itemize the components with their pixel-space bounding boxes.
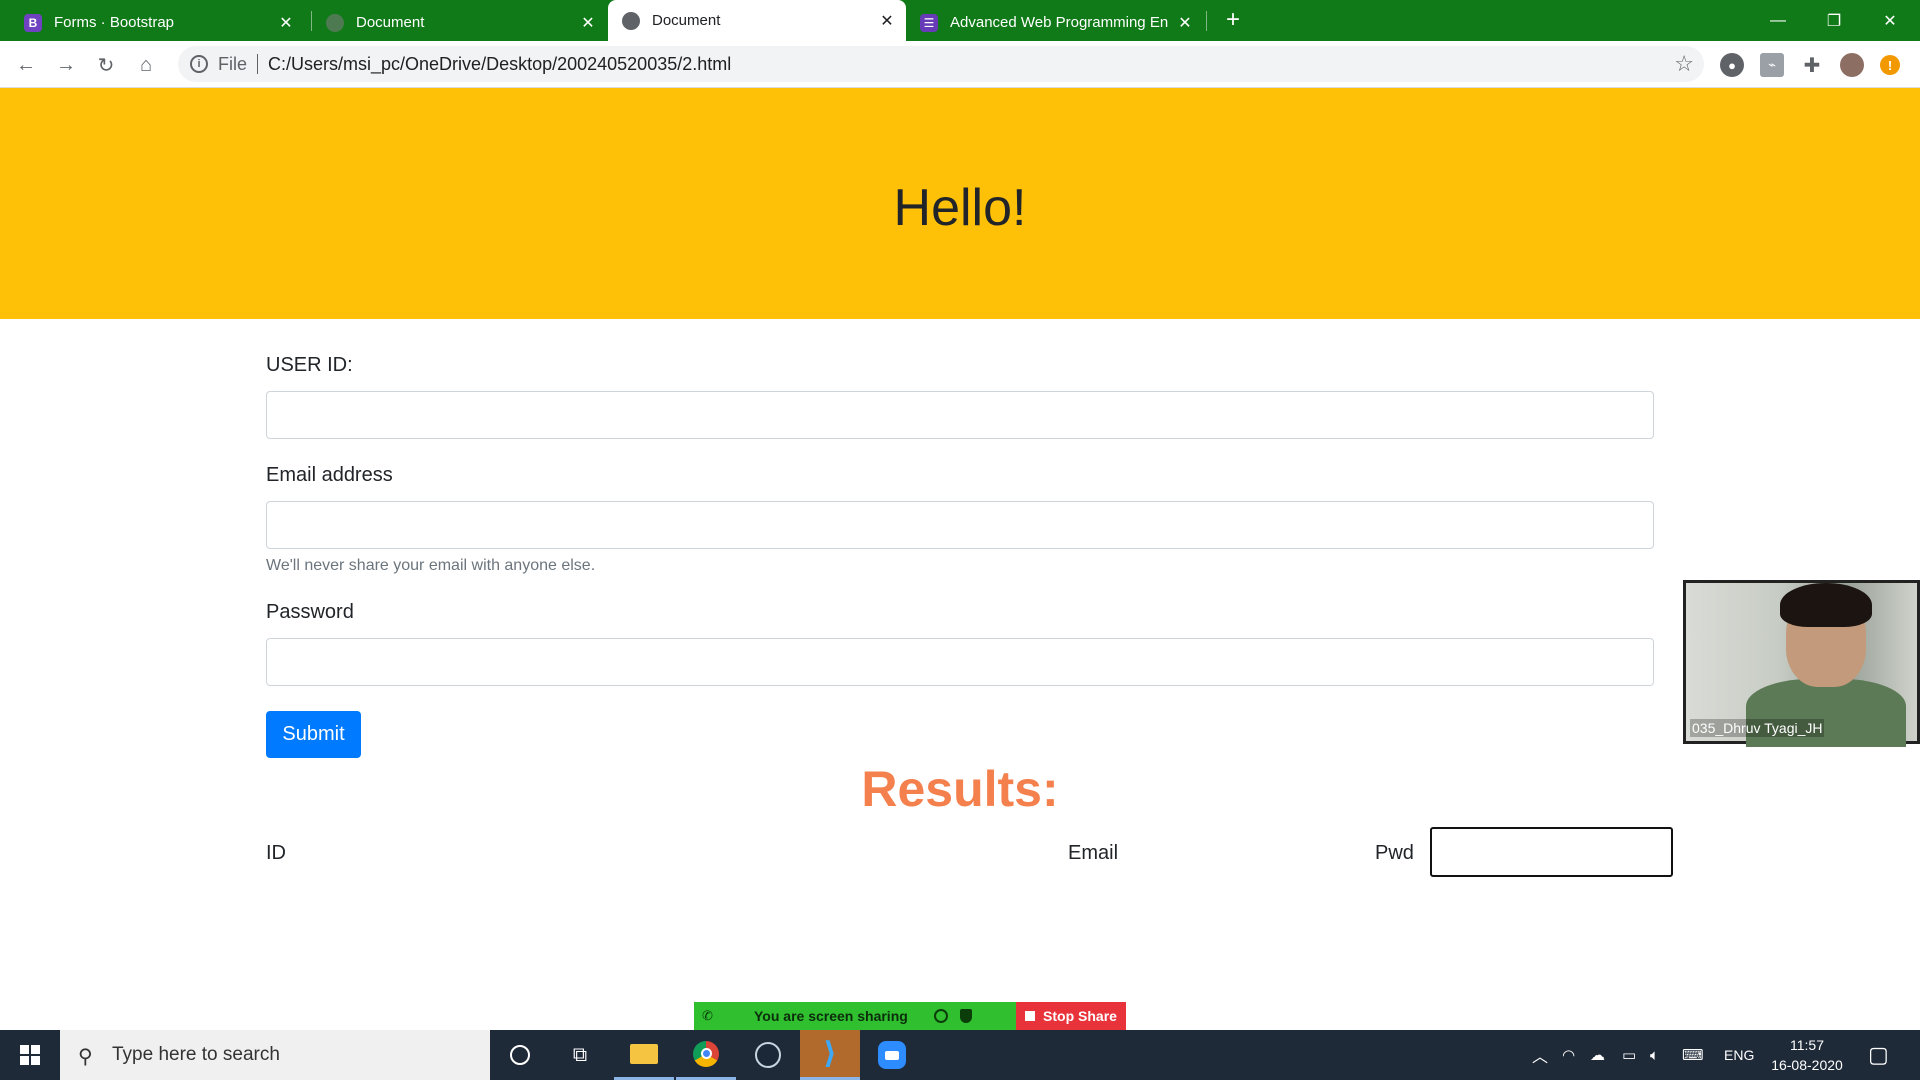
volume-icon[interactable]: 🔈︎ [1650,1030,1659,1080]
results-pwd-box [1430,827,1673,877]
tab-title: Document [652,12,721,29]
password-label: Password [266,601,354,623]
onedrive-icon[interactable]: ☁ [1590,1030,1605,1080]
screen-share-bar[interactable]: ✆ You are screen sharing [694,1002,1016,1030]
task-view-icon[interactable]: ⧉ [550,1030,610,1080]
extension-circle-icon[interactable]: ● [1720,53,1744,77]
video-person-hair [1780,583,1872,627]
results-email-label: Email [1068,842,1119,864]
page-heading: Hello! [893,178,1027,237]
email-help-text: We'll never share your email with anyone… [266,557,596,574]
address-url[interactable]: C:/Users/msi_pc/OneDrive/Desktop/2002405… [268,54,731,75]
search-placeholder: Type here to search [112,1044,280,1065]
close-tab-icon[interactable]: ✕ [1174,12,1196,34]
windows-logo-icon [20,1045,40,1065]
user-form: USER ID: Email address We'll never share… [266,354,1654,686]
submit-button[interactable]: Submit [266,711,361,758]
forms-icon: ☰ [920,13,938,32]
extensions-puzzle-icon[interactable]: ✚ [1800,53,1824,77]
close-tab-icon[interactable]: ✕ [577,12,599,34]
shield-icon [959,1009,972,1023]
jumbotron-banner: Hello! [0,88,1920,319]
forward-button[interactable]: → [52,51,80,79]
bookmark-star-icon[interactable]: ☆ [1674,51,1694,77]
battery-icon[interactable]: ▭ [1622,1030,1636,1080]
taskbar-search[interactable]: ⚲ Type here to search [60,1030,490,1080]
notifications-icon[interactable]: ▢ [1868,1030,1889,1080]
options-circle-icon[interactable] [933,1009,948,1023]
back-button[interactable]: ← [12,51,40,79]
address-bar[interactable]: i File C:/Users/msi_pc/OneDrive/Desktop/… [178,46,1704,82]
results-title: Results: [861,761,1059,817]
cortana-icon[interactable] [490,1030,550,1080]
tab-title: Forms · Bootstrap [54,14,175,31]
results-id-label: ID [266,842,286,864]
tab-title: Document [356,14,425,31]
vscode-icon[interactable]: ⟩ [800,1030,860,1080]
clock-date: 16-08-2020 [1771,1057,1843,1073]
profile-avatar[interactable] [1840,53,1864,77]
steam-icon[interactable] [738,1030,798,1080]
zoom-icon[interactable] [862,1030,922,1080]
keyboard-icon[interactable]: ⌨ [1682,1030,1704,1080]
globe-icon [326,13,344,32]
tab-divider [1206,11,1207,31]
userid-input[interactable] [266,391,1654,439]
participant-video[interactable]: 035_Dhruv Tyagi_JH [1683,580,1920,747]
close-tab-icon[interactable]: ✕ [876,10,898,32]
page-content: Hello! USER ID: Email address We'll neve… [0,88,1920,1030]
home-button[interactable]: ⌂ [132,51,160,79]
browser-toolbar: ← → ↻ ⌂ i File C:/Users/msi_pc/OneDrive/… [0,41,1920,88]
tab-advanced-web-programming[interactable]: ☰ Advanced Web Programming En ✕ [906,4,1204,41]
screen-share-status: You are screen sharing [754,1008,908,1024]
stop-square-icon [1025,1011,1036,1021]
new-tab-button[interactable]: + [1220,8,1246,34]
file-explorer-icon[interactable] [614,1030,674,1080]
minimize-button[interactable]: — [1750,0,1806,41]
tab-document-active[interactable]: Document ✕ [608,0,906,41]
reload-button[interactable]: ↻ [92,51,120,79]
stop-share-label: Stop Share [1043,1008,1117,1024]
tab-document-1[interactable]: Document ✕ [312,4,607,41]
tray-chevron-icon[interactable]: ︿ [1532,1030,1548,1080]
tab-title: Advanced Web Programming En [950,14,1169,31]
participant-name: 035_Dhruv Tyagi_JH [1690,719,1825,737]
info-icon[interactable]: i [190,55,208,73]
email-input[interactable] [266,501,1654,549]
globe-icon [622,11,640,30]
update-alert-icon[interactable]: ! [1880,55,1900,75]
chrome-icon[interactable] [676,1030,736,1080]
wifi-icon[interactable]: ◠ [1562,1030,1575,1080]
windows-taskbar: ⚲ Type here to search ⧉ ⟩ ︿ ◠ ☁ ▭ 🔈︎ ⌨ E… [0,1030,1920,1080]
search-icon: ⚲ [78,1046,93,1068]
language-indicator[interactable]: ENG [1724,1030,1754,1080]
tab-forms-bootstrap[interactable]: B Forms · Bootstrap ✕ [10,4,305,41]
extension-pdf-icon[interactable]: ⌁ [1760,53,1784,77]
tab-strip: B Forms · Bootstrap ✕ Document ✕ Documen… [0,0,1920,41]
system-clock[interactable]: 11:57 16-08-2020 [1764,1035,1850,1075]
start-button[interactable] [0,1030,60,1080]
close-tab-icon[interactable]: ✕ [275,12,297,34]
clock-time: 11:57 [1790,1037,1824,1053]
close-window-button[interactable]: ✕ [1862,0,1918,41]
password-input[interactable] [266,638,1654,686]
restore-button[interactable]: ❐ [1806,0,1862,41]
results-pwd-label: Pwd [1375,842,1414,864]
stop-share-button[interactable]: Stop Share [1016,1002,1126,1030]
bootstrap-icon: B [24,13,42,32]
phone-icon: ✆ [702,1008,713,1023]
address-separator [257,54,259,74]
email-label: Email address [266,464,393,486]
address-scheme: File [218,53,248,74]
userid-label: USER ID: [266,354,353,376]
